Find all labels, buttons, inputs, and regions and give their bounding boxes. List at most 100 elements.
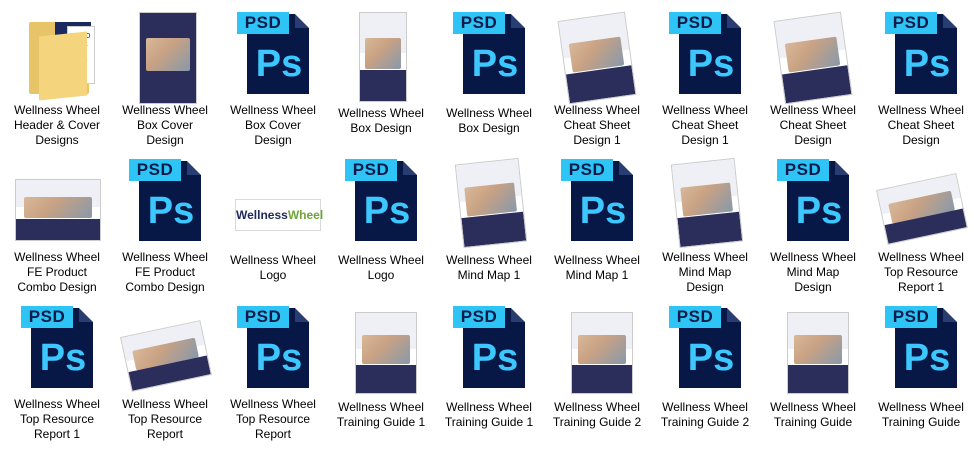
psd-tag: PSD — [453, 12, 505, 34]
cover-bottom-band — [356, 365, 416, 393]
cheat-sheet-image — [765, 8, 861, 105]
psd-tag: PSD — [669, 306, 721, 328]
file-name: Wellness Wheel Cheat Sheet Design — [770, 103, 856, 147]
psd-tag: PSD — [885, 306, 937, 328]
file-item[interactable]: Wellness Wheel Training Guide 2 — [545, 298, 649, 442]
ps-logo-text: Ps — [903, 337, 951, 379]
cover-bottom-band — [360, 70, 406, 101]
file-item[interactable]: PSD Ps Wellness Wheel FE Product Combo Des… — [113, 151, 217, 295]
file-name: Wellness Wheel FE Product Combo Design — [14, 250, 100, 294]
cover-art — [120, 320, 212, 392]
psd-page-fold — [727, 308, 741, 322]
cover-art — [787, 312, 849, 394]
box-image — [333, 8, 429, 104]
cover-bottom-band — [788, 365, 848, 393]
cover-art — [454, 157, 528, 249]
ps-logo-text: Ps — [255, 337, 303, 379]
cover-photo — [464, 182, 517, 217]
cheat-sheet-image — [549, 8, 645, 105]
psd-tag: PSD — [777, 159, 829, 181]
file-item[interactable]: Wellness Wheel FE Product Combo Design — [5, 151, 109, 295]
file-name: Wellness Wheel Top Resource Report — [122, 397, 208, 441]
cover-art — [557, 11, 637, 105]
file-item[interactable]: PSD Ps Wellness Wheel Box Cover Design — [221, 4, 325, 148]
file-item[interactable]: Wellness Wheel Top Resource Report — [113, 298, 217, 442]
psd-tag: PSD — [237, 12, 289, 34]
file-name: Wellness Wheel Top Resource Report 1 — [878, 250, 964, 294]
folder-icon: mpro your ecre — [9, 8, 105, 101]
file-name: Wellness Wheel Top Resource Report — [230, 397, 316, 441]
file-item[interactable]: Wellness Wheel Top Resource Report 1 — [869, 151, 973, 295]
file-name: Wellness Wheel Logo — [230, 253, 316, 282]
cover-bottom-band — [572, 365, 632, 393]
file-item[interactable]: PSD Ps Wellness Wheel Cheat Sheet Design — [869, 4, 973, 148]
psd-page-fold — [511, 14, 525, 28]
file-item[interactable]: PSD Ps Wellness Wheel Cheat Sheet Design 1 — [653, 4, 757, 148]
file-item[interactable]: PSD Ps Wellness Wheel Box Design — [437, 4, 541, 148]
file-name: Wellness Wheel Box Cover Design — [122, 103, 208, 147]
cover-art — [359, 12, 407, 102]
cover-photo — [578, 335, 626, 365]
training-guide-image — [765, 302, 861, 398]
logo-image: WellnessWheel — [225, 155, 323, 251]
ps-logo-text: Ps — [471, 337, 519, 379]
psd-tag: PSD — [21, 306, 73, 328]
psd-tag: PSD — [561, 159, 613, 181]
file-item[interactable]: mpro your ecreWellness Wheel Header & Co… — [5, 4, 109, 148]
file-item[interactable]: PSD Ps Wellness Wheel Logo — [329, 151, 433, 295]
file-item[interactable]: WellnessWheel Wellness Wheel Logo — [221, 151, 325, 295]
psd-file-icon: PSD Ps — [441, 302, 537, 398]
cover-art — [571, 312, 633, 394]
psd-tag: PSD — [669, 12, 721, 34]
cover-art — [876, 173, 968, 245]
file-name: Wellness Wheel Training Guide — [878, 400, 964, 429]
file-item[interactable]: PSD Ps Wellness Wheel Mind Map Design — [761, 151, 865, 295]
file-item[interactable]: PSD Ps Wellness Wheel Mind Map 1 — [545, 151, 649, 295]
psd-file-icon: PSD Ps — [873, 8, 969, 101]
file-item[interactable]: Wellness Wheel Box Design — [329, 4, 433, 148]
psd-tag: PSD — [237, 306, 289, 328]
file-item[interactable]: PSD Ps Wellness Wheel Training Guide 2 — [653, 298, 757, 442]
file-name: Wellness Wheel Mind Map Design — [662, 250, 748, 294]
file-item[interactable]: PSD Ps Wellness Wheel Top Resource Report — [221, 298, 325, 442]
file-item[interactable]: Wellness Wheel Cheat Sheet Design 1 — [545, 4, 649, 148]
file-name: Wellness Wheel Mind Map Design — [770, 250, 856, 294]
file-item[interactable]: PSD Ps Wellness Wheel Training Guide 1 — [437, 298, 541, 442]
cover-photo — [362, 335, 410, 365]
cover-photo — [24, 196, 92, 219]
file-item[interactable]: PSD Ps Wellness Wheel Training Guide — [869, 298, 973, 442]
mind-map-image — [657, 155, 753, 249]
psd-file-icon: PSD Ps — [657, 302, 753, 398]
file-name: Wellness Wheel Training Guide 1 — [336, 400, 426, 429]
file-name: Wellness Wheel Training Guide — [770, 400, 856, 429]
psd-page-fold — [295, 308, 309, 322]
cover-art — [670, 157, 744, 249]
ps-logo-text: Ps — [39, 337, 87, 379]
ps-logo-text: Ps — [579, 190, 627, 232]
file-name: Wellness Wheel Box Cover Design — [230, 103, 316, 147]
ps-logo-text: Ps — [255, 43, 303, 85]
file-item[interactable]: PSD Ps Wellness Wheel Top Resource Report … — [5, 298, 109, 442]
folder-front — [39, 31, 87, 101]
psd-tag: PSD — [129, 159, 181, 181]
file-name: Wellness Wheel Logo — [338, 253, 424, 282]
logo-text-wellness: Wellness — [236, 208, 288, 222]
file-name: Wellness Wheel Cheat Sheet Design — [878, 103, 964, 147]
file-item[interactable]: Wellness Wheel Mind Map Design — [653, 151, 757, 295]
box-cover-image — [117, 8, 213, 104]
psd-page-fold — [511, 308, 525, 322]
file-item[interactable]: Wellness Wheel Cheat Sheet Design — [761, 4, 865, 148]
file-item[interactable]: Wellness Wheel Training Guide 1 — [329, 298, 433, 442]
psd-page-fold — [295, 14, 309, 28]
file-name: Wellness Wheel Training Guide 2 — [660, 400, 750, 429]
file-item[interactable]: Wellness Wheel Box Cover Design — [113, 4, 217, 148]
training-guide-image — [333, 302, 429, 398]
cover-photo — [364, 37, 402, 70]
psd-file-icon: PSD Ps — [9, 302, 105, 395]
psd-file-icon: PSD Ps — [117, 155, 213, 248]
file-item[interactable]: Wellness Wheel Mind Map 1 — [437, 151, 541, 295]
psd-file-icon: PSD Ps — [657, 8, 753, 101]
cover-bottom-band — [461, 212, 527, 248]
cover-bottom-band — [140, 71, 196, 103]
file-item[interactable]: Wellness Wheel Training Guide — [761, 298, 865, 442]
